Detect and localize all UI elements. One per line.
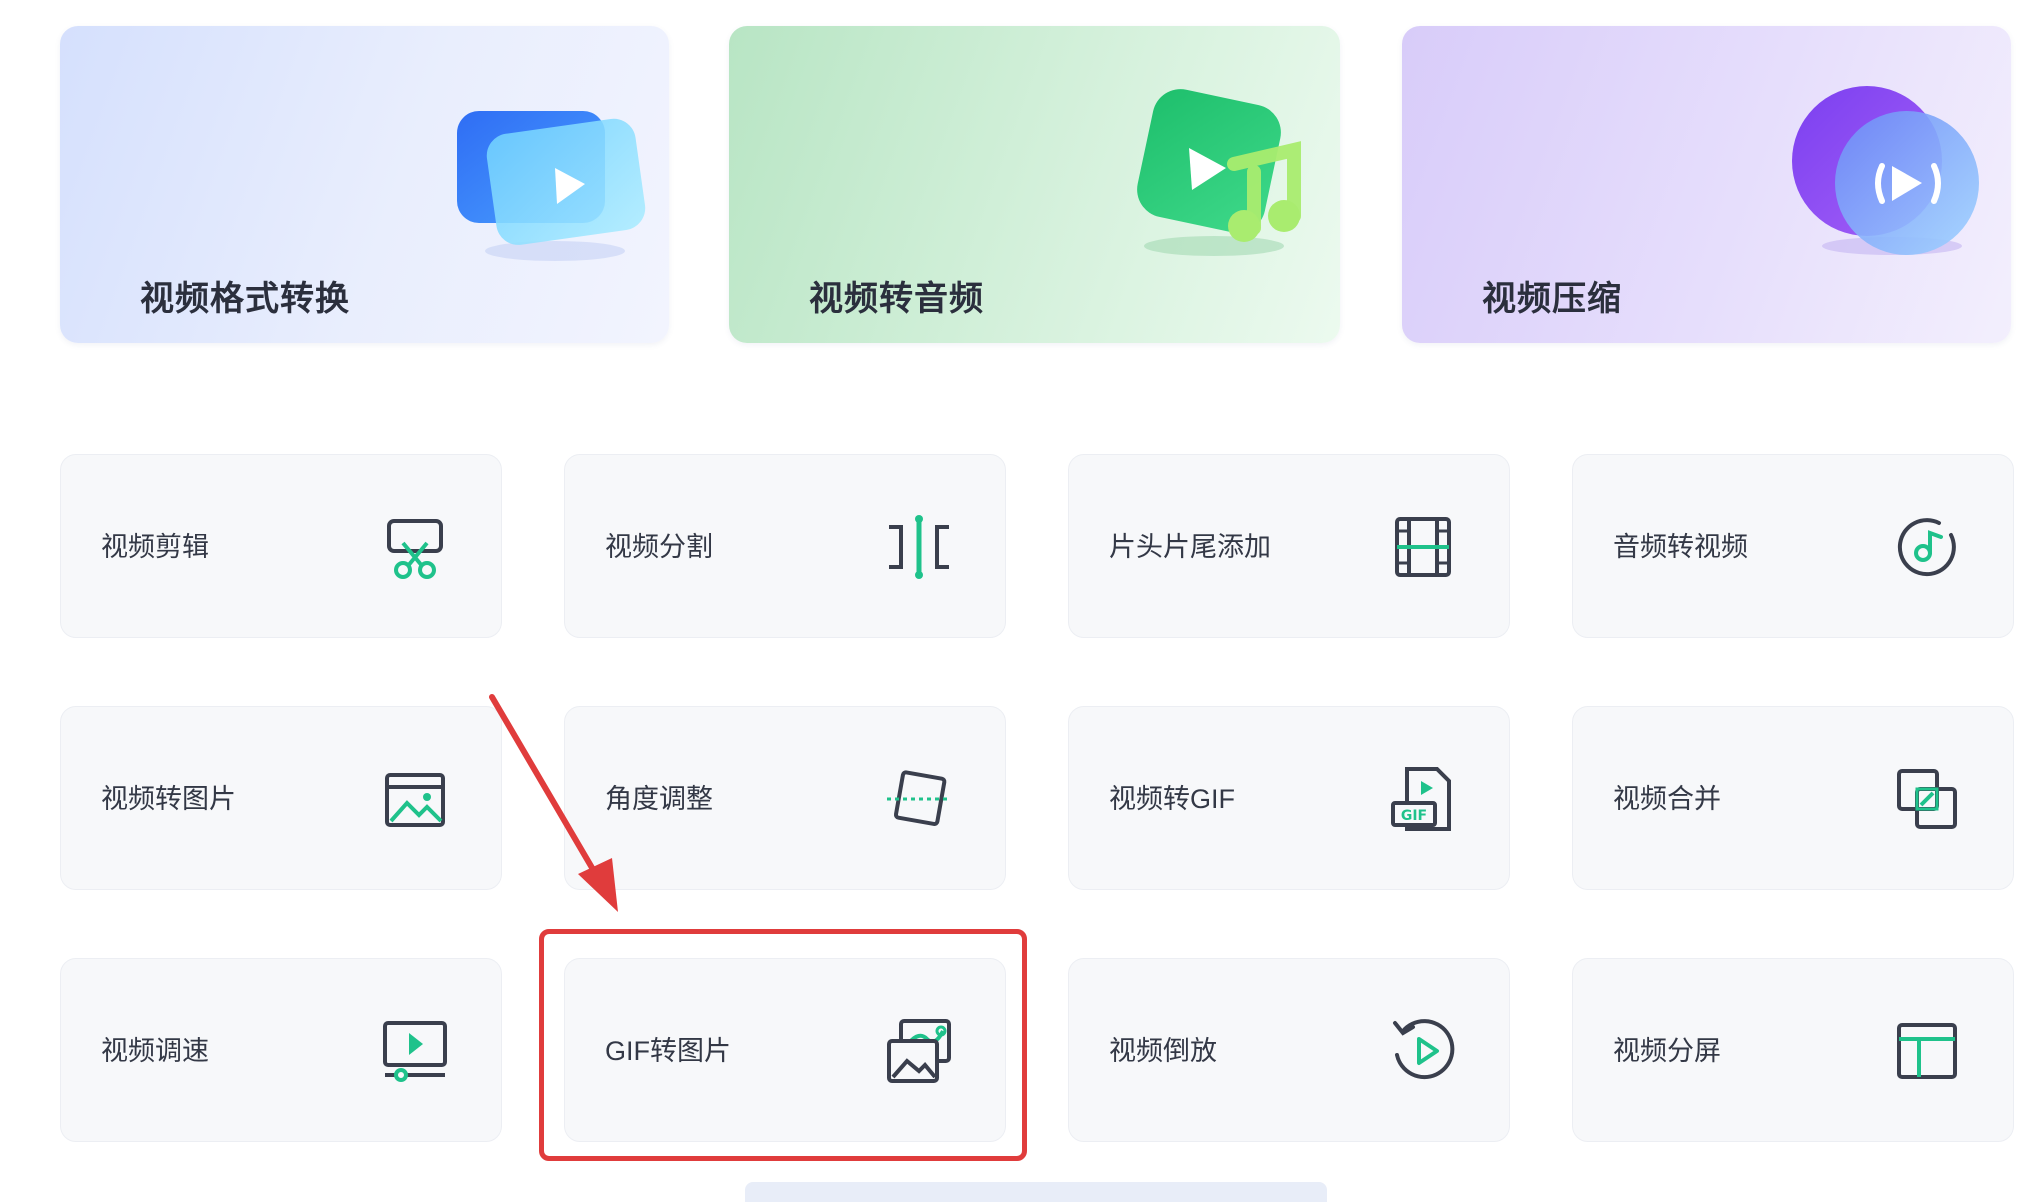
video-play-icon <box>457 111 646 261</box>
tool-label: 视频转GIF <box>1109 784 1235 814</box>
tool-label: 角度调整 <box>605 784 713 814</box>
hero-title: 视频转音频 <box>809 280 984 318</box>
highlight-box <box>539 929 1027 1161</box>
gif-file-icon: GIF <box>1391 767 1451 831</box>
hero-card-video-to-audio[interactable]: 视频转音频 <box>729 26 1340 343</box>
split-icon <box>889 515 949 579</box>
tool-label: 视频调速 <box>101 1036 209 1066</box>
tool-video-merge[interactable]: 视频合并 <box>1572 706 2014 890</box>
scissors-icon <box>387 519 443 579</box>
tool-video-split-screen[interactable]: 视频分屏 <box>1572 958 2014 1142</box>
tool-intro-outro[interactable]: 片头片尾添加 <box>1068 454 1510 638</box>
tool-label: 视频转图片 <box>101 784 236 814</box>
tool-video-speed[interactable]: 视频调速 <box>60 958 502 1142</box>
hero-card-format-convert[interactable]: 视频格式转换 <box>60 26 669 343</box>
speed-icon <box>383 1021 447 1082</box>
rotate-frame-icon <box>887 770 951 827</box>
hero-card-compress[interactable]: 视频压缩 <box>1402 26 2011 343</box>
tool-label: 视频分割 <box>605 532 713 562</box>
tool-angle-adjust[interactable]: 角度调整 <box>564 706 1006 890</box>
tool-label: 视频合并 <box>1613 784 1721 814</box>
merge-icon <box>1897 769 1957 829</box>
tool-label: 视频分屏 <box>1613 1036 1721 1066</box>
tool-video-to-gif[interactable]: 视频转GIF GIF <box>1068 706 1510 890</box>
tool-video-split[interactable]: 视频分割 <box>564 454 1006 638</box>
split-screen-icon <box>1897 1023 1957 1079</box>
tool-label: 音频转视频 <box>1613 532 1748 562</box>
hero-title: 视频格式转换 <box>140 280 350 318</box>
reverse-play-icon <box>1393 1019 1455 1080</box>
image-icon <box>385 773 445 827</box>
film-strip-icon <box>1395 517 1451 577</box>
tool-video-edit[interactable]: 视频剪辑 <box>60 454 502 638</box>
tool-audio-to-video[interactable]: 音频转视频 <box>1572 454 2014 638</box>
tool-label: 视频剪辑 <box>101 532 209 562</box>
music-note-icon <box>1137 89 1301 256</box>
audio-disc-icon <box>1897 518 1956 577</box>
tool-video-to-image[interactable]: 视频转图片 <box>60 706 502 890</box>
tool-label: 视频倒放 <box>1109 1036 1217 1066</box>
bottom-panel-edge <box>745 1182 1327 1202</box>
tool-label: 片头片尾添加 <box>1109 532 1271 562</box>
compress-icon <box>1792 86 1979 255</box>
svg-text:GIF: GIF <box>1401 808 1427 824</box>
hero-title: 视频压缩 <box>1482 280 1622 318</box>
tool-video-reverse[interactable]: 视频倒放 <box>1068 958 1510 1142</box>
